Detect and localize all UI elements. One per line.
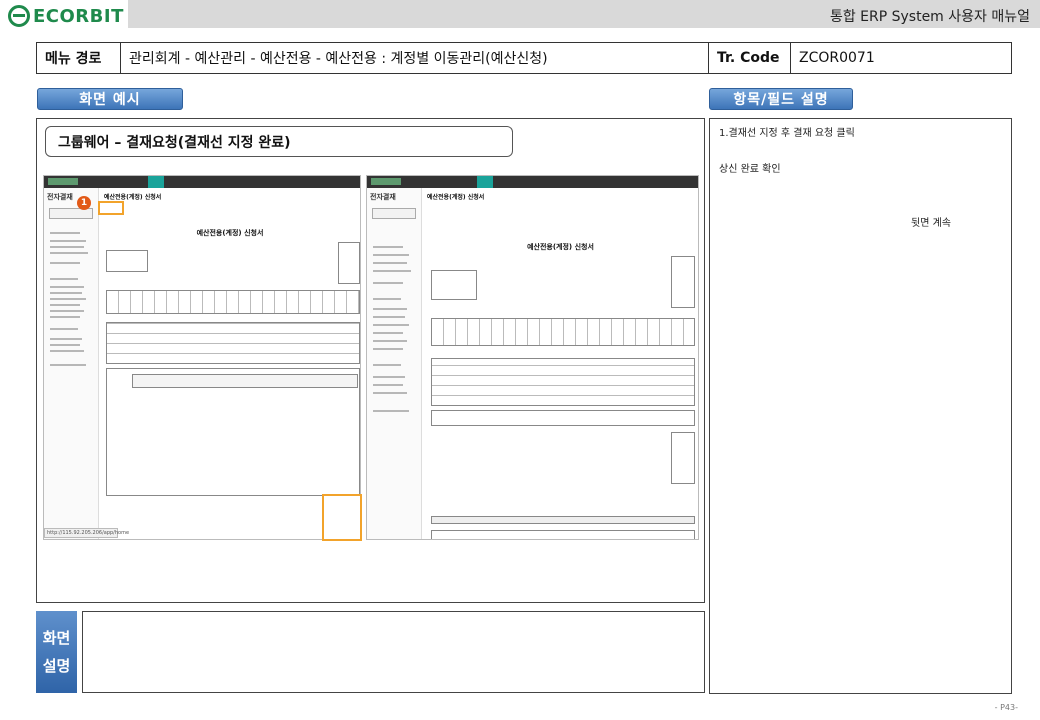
field-description-panel: [709, 118, 1012, 694]
screen-example-heading: 화면 예시: [37, 88, 183, 110]
field-description-heading: 항목/필드 설명: [709, 88, 853, 110]
approval-sidebar: 전자결재: [367, 188, 422, 539]
menu-path-bar: 메뉴 경로 관리회계 - 예산관리 - 예산전용 - 예산전용 : 계정별 이동…: [36, 42, 1012, 74]
manual-title: 통합 ERP System 사용자 매뉴얼: [829, 9, 1030, 25]
explain-tag-line-2: 설명: [42, 657, 71, 675]
document-area: 예산전용(계정) 신청서 예산전용(계정) 신청서: [102, 188, 360, 539]
page-number: - P43-: [994, 703, 1018, 712]
new-draft-button[interactable]: [49, 208, 93, 219]
menu-path-label: 메뉴 경로: [37, 43, 121, 73]
new-draft-button[interactable]: [372, 208, 416, 219]
approval-line-highlight: [322, 494, 362, 541]
doc-title: 예산전용(계정) 신청서: [196, 229, 264, 237]
groupware-screenshot-before: 전자결재 예산전용(계정) 신청서 예산전용(계정) 신청서: [43, 175, 361, 540]
app-top-bar: [367, 176, 698, 188]
menu-path-value: 관리회계 - 예산관리 - 예산전용 - 예산전용 : 계정별 이동관리(예산신…: [121, 43, 709, 73]
status-url: http://115.92.205.206/app/home: [44, 528, 129, 538]
description-submit-confirm: 상신 완료 확인: [719, 164, 781, 175]
description-continued: 뒷면 계속: [911, 218, 951, 229]
sidebar-title: 전자결재: [47, 193, 73, 201]
screen-explanation-tag: 화면 설명: [36, 611, 77, 693]
approval-request-highlight: [98, 201, 124, 215]
screen-caption: 그룹웨어 – 결재요청(결재선 지정 완료): [45, 126, 513, 157]
step-1-badge: 1: [77, 196, 91, 210]
approval-sidebar: 전자결재: [44, 188, 99, 539]
tr-code-label: Tr. Code: [709, 43, 791, 73]
groupware-screenshot-after: 전자결재 예산전용(계정) 신청서 예산전용(계정) 신청서: [366, 175, 699, 540]
document-area: 예산전용(계정) 신청서 예산전용(계정) 신청서: [425, 188, 696, 539]
doc-header: 예산전용(계정) 신청서: [104, 194, 162, 201]
doc-header: 예산전용(계정) 신청서: [427, 194, 485, 201]
logo-text: ECORBIT: [33, 5, 124, 27]
active-menu-tab: [148, 176, 164, 188]
tr-code-value: ZCOR0071: [799, 50, 875, 66]
description-step-1: 1.결재선 지정 후 결재 요청 클릭: [719, 128, 855, 139]
ecorbit-logo: ECORBIT: [8, 4, 124, 28]
screen-explanation-box: [82, 611, 705, 693]
explain-tag-line-1: 화면: [42, 629, 71, 647]
active-menu-tab: [477, 176, 493, 188]
logo-mark-icon: [8, 5, 30, 27]
doc-title: 예산전용(계정) 신청서: [527, 243, 594, 251]
sidebar-title: 전자결재: [370, 193, 396, 201]
app-top-bar: [44, 176, 360, 188]
